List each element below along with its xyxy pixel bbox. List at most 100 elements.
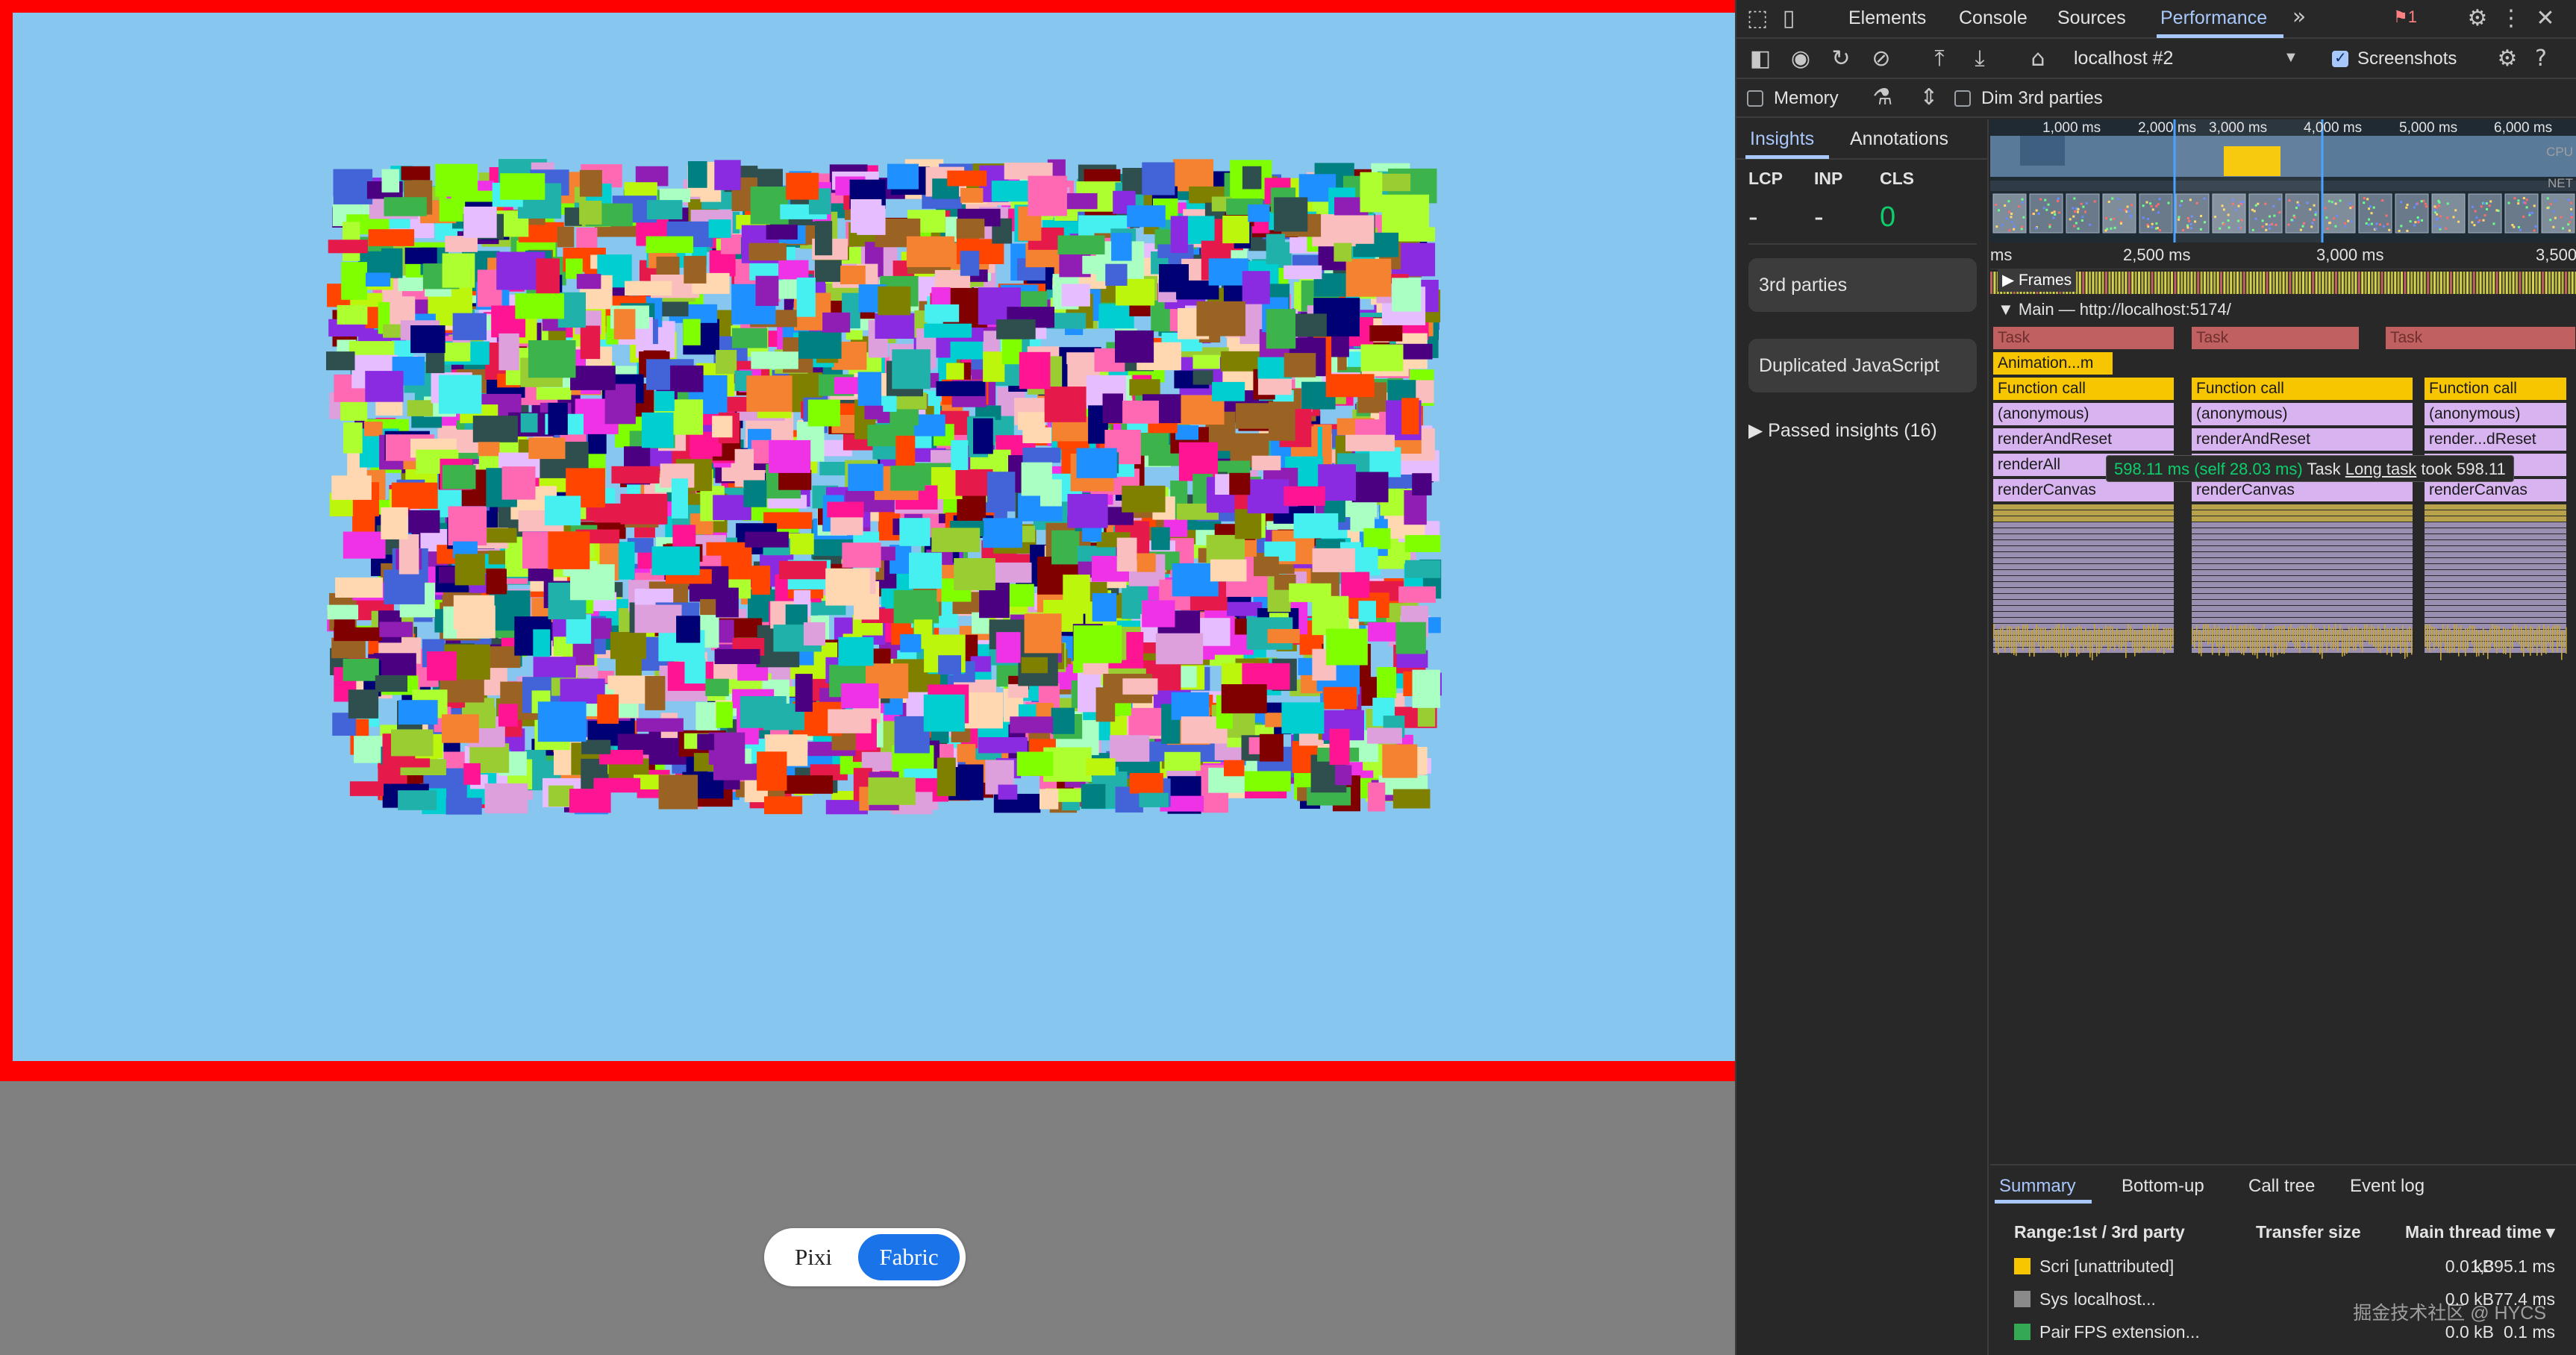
tab-call-tree[interactable]: Call tree — [2248, 1176, 2315, 1197]
filmstrip-pixel — [2471, 221, 2474, 224]
range-header[interactable]: Range:1st / 3rd party — [2014, 1222, 2185, 1242]
main-thread-flamechart[interactable]: Task Task Task Animation...m Function ca… — [1990, 325, 2576, 803]
pixi-option[interactable]: Pixi — [772, 1234, 855, 1280]
frame-stripe — [2338, 272, 2341, 294]
filmstrip-pixel — [2158, 229, 2161, 232]
dim-3rd-parties-checkbox[interactable] — [1954, 90, 1971, 107]
main-thread-label[interactable]: ▼ Main — http://localhost:5174/ — [1998, 300, 2231, 319]
task-bar[interactable]: Task — [2386, 327, 2575, 349]
stack-leaf — [2069, 630, 2071, 650]
garbage-collect-icon[interactable]: ⚗ — [1869, 85, 1896, 112]
function-call-bar[interactable]: Function call — [2192, 378, 2413, 400]
more-options-icon[interactable]: ⋮ — [2498, 6, 2525, 33]
random-rect — [1392, 789, 1431, 809]
toggle-sidebar-icon[interactable]: ◧ — [1747, 46, 1774, 73]
selection-window[interactable] — [2175, 119, 2322, 242]
filmstrip-pixel — [2348, 201, 2351, 204]
devtools-panel: ⬚ ▯ Elements Console Sources Performance… — [1735, 0, 2576, 1355]
timeline-overview[interactable]: 1,000 ms 2,000 ms 3,000 ms 4,000 ms 5,00… — [1990, 119, 2576, 242]
insight-3rd-parties[interactable]: 3rd parties — [1748, 258, 1977, 312]
stack-leaf — [2281, 625, 2283, 654]
tab-bottom-up[interactable]: Bottom-up — [2122, 1176, 2204, 1197]
frame-stripe — [2213, 272, 2216, 294]
random-rect — [334, 627, 382, 642]
js-frame-bar[interactable]: renderAndReset — [1993, 428, 2174, 451]
long-task-link[interactable]: Long task — [2345, 460, 2416, 478]
help-icon[interactable]: ? — [2527, 46, 2554, 73]
reload-record-icon[interactable]: ↻ — [1828, 46, 1854, 73]
random-rect — [384, 569, 425, 604]
js-frame-bar[interactable]: (anonymous) — [1993, 403, 2174, 425]
insight-duplicated-js[interactable]: Duplicated JavaScript — [1748, 339, 1977, 392]
memory-checkbox[interactable] — [1747, 90, 1763, 107]
js-frame-bar[interactable]: render...dReset — [2425, 428, 2566, 451]
stack-leaf — [2051, 628, 2053, 646]
device-toolbar-icon[interactable]: ▯ — [1775, 6, 1802, 33]
function-call-bar[interactable]: Function call — [1993, 378, 2174, 400]
tab-console[interactable]: Console — [1959, 7, 2028, 29]
upload-profile-icon[interactable]: ⤒ — [1926, 46, 1953, 73]
js-frame-bar[interactable]: (anonymous) — [2425, 403, 2566, 425]
more-tabs-icon[interactable]: » — [2286, 4, 2313, 31]
stack-leaf — [2114, 630, 2116, 651]
summary-row[interactable]: Scri [unattributed] 0.0 kB 1,395.1 ms — [1990, 1249, 2576, 1282]
random-rect — [1086, 758, 1116, 776]
main-thread-time-header[interactable]: Main thread time ▾ — [2405, 1222, 2555, 1242]
task-bar[interactable]: Task — [1993, 327, 2174, 349]
frame-stripe — [2289, 272, 2292, 294]
fabric-option[interactable]: Fabric — [858, 1234, 960, 1280]
recording-target-select[interactable]: localhost #2 — [2074, 48, 2283, 69]
timeline-panel[interactable]: 1,000 ms 2,000 ms 3,000 ms 4,000 ms 5,00… — [1990, 119, 2576, 1164]
frames-track[interactable] — [1990, 269, 2576, 298]
filmstrip-pixel — [2569, 201, 2572, 204]
filmstrip-pixel — [2454, 209, 2457, 212]
chevron-down-icon[interactable]: ▼ — [2283, 49, 2298, 66]
frame-stripe — [1990, 272, 1992, 294]
screenshots-checkbox[interactable] — [2332, 48, 2348, 67]
random-rect — [1345, 434, 1395, 451]
settings-icon[interactable]: ⚙ — [2464, 6, 2491, 33]
frame-stripe — [2295, 272, 2298, 294]
tab-sources[interactable]: Sources — [2057, 7, 2126, 29]
stack-leaf — [2304, 626, 2305, 643]
render-canvas[interactable] — [13, 13, 1735, 1061]
category-swatch — [2014, 1324, 2031, 1340]
tab-event-log[interactable]: Event log — [2350, 1176, 2425, 1197]
js-frame-bar[interactable]: renderAndReset — [2192, 428, 2413, 451]
random-rect — [1137, 553, 1156, 572]
js-frame-bar[interactable]: (anonymous) — [2192, 403, 2413, 425]
stack-leaf — [2386, 628, 2388, 655]
tab-annotations[interactable]: Annotations — [1850, 128, 1948, 150]
error-badge[interactable]: ⚑1 — [2393, 7, 2417, 27]
filmstrip-pixel — [2039, 198, 2042, 201]
tab-summary[interactable]: Summary — [1999, 1176, 2076, 1197]
tab-elements[interactable]: Elements — [1848, 7, 1926, 29]
clear-icon[interactable]: ⊘ — [1868, 46, 1895, 73]
filmstrip-pixel — [2570, 213, 2573, 216]
stack-frame — [1993, 624, 2174, 629]
filmstrip-pixel — [2381, 199, 2384, 202]
capture-settings-icon[interactable]: ⚙ — [2494, 46, 2521, 73]
frame-stripe — [2259, 272, 2262, 294]
record-icon[interactable]: ◉ — [1787, 46, 1814, 73]
home-icon[interactable]: ⌂ — [2025, 46, 2051, 73]
download-profile-icon[interactable]: ⤓ — [1966, 46, 1993, 73]
frame-stripe — [2404, 272, 2407, 294]
frame-stripe — [2148, 272, 2151, 294]
stack-frame — [2425, 534, 2566, 539]
stack-leaf — [2157, 624, 2158, 653]
track-config-icon[interactable]: ⇕ — [1916, 85, 1942, 112]
tab-insights[interactable]: Insights — [1750, 128, 1814, 150]
frames-track-label[interactable]: ▶ Frames — [1998, 269, 2077, 292]
inspect-element-icon[interactable]: ⬚ — [1744, 6, 1771, 33]
transfer-size-header[interactable]: Transfer size — [2256, 1222, 2361, 1242]
animation-frame-bar[interactable]: Animation...m — [1993, 352, 2113, 375]
task-bar[interactable]: Task — [2192, 327, 2359, 349]
passed-insights-toggle[interactable]: ▶ Passed insights (16) — [1748, 419, 1937, 442]
random-rect — [557, 226, 575, 248]
filmstrip-pixel — [2517, 202, 2520, 205]
tab-performance[interactable]: Performance — [2160, 7, 2267, 29]
random-rect — [435, 163, 478, 197]
close-devtools-icon[interactable]: ✕ — [2532, 6, 2559, 33]
function-call-bar[interactable]: Function call — [2425, 378, 2566, 400]
